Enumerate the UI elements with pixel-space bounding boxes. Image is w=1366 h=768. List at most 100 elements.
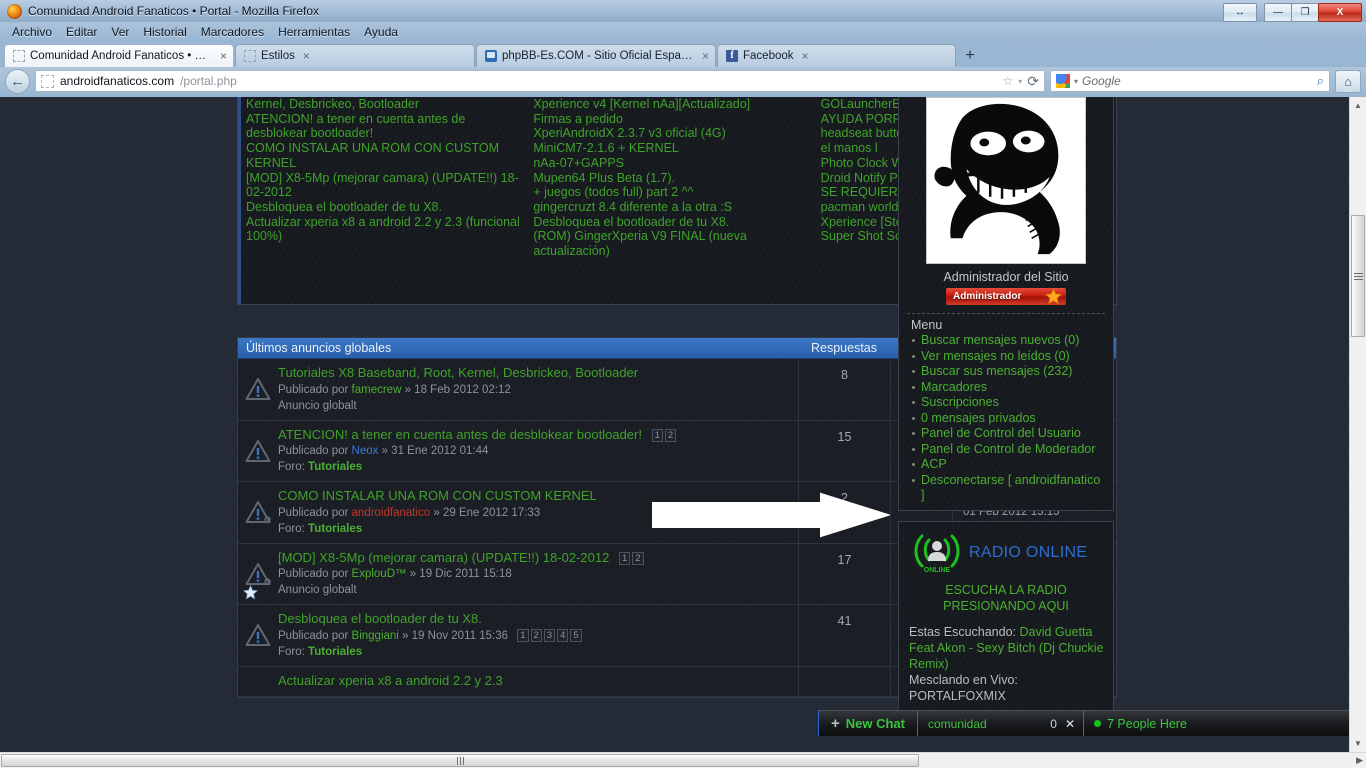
close-button[interactable]: X xyxy=(1318,3,1362,22)
tab-close-icon[interactable]: × xyxy=(699,49,709,63)
topic-link[interactable]: [MOD] X8-5Mp (mejorar camara) (UPDATE!!)… xyxy=(246,171,527,200)
reload-icon[interactable]: ⟳ xyxy=(1027,73,1039,90)
menu-archivo[interactable]: Archivo xyxy=(6,24,58,40)
author-link[interactable]: Binggiani xyxy=(352,630,399,642)
menu-editar[interactable]: Editar xyxy=(60,24,103,40)
phpbb-icon xyxy=(485,50,497,62)
topic-link[interactable]: Xperience v4 [Kernel nAa][Actualizado] xyxy=(533,97,814,112)
topic-link[interactable]: Kernel, Desbrickeo, Bootloader xyxy=(246,97,527,112)
menu-ver[interactable]: Ver xyxy=(105,24,135,40)
author-link[interactable]: famecrew xyxy=(352,384,402,396)
author-link[interactable]: Neox xyxy=(352,445,379,457)
scroll-up-icon[interactable]: ▲ xyxy=(1350,97,1366,114)
scroll-grip-icon xyxy=(1354,273,1363,280)
sidebar-item-sus-mensajes[interactable]: Buscar sus mensajes (232) xyxy=(911,364,1107,380)
sidebar-item-marcadores[interactable]: Marcadores xyxy=(911,380,1107,396)
page-link[interactable]: 4 xyxy=(557,629,568,642)
search-icon[interactable]: ⌕ xyxy=(1317,73,1324,89)
menu-historial[interactable]: Historial xyxy=(137,24,192,40)
topic-link[interactable]: XperiAndroidX 2.3.7 v3 oficial (4G) xyxy=(533,126,814,141)
sidebar-item-buscar-nuevos[interactable]: Buscar mensajes nuevos (0) xyxy=(911,333,1107,349)
tab-label: phpBB-Es.COM - Sitio Oficial España ... xyxy=(502,50,694,62)
sidebar-item-panel-moderador[interactable]: Panel de Control de Moderador xyxy=(911,442,1107,458)
page-link[interactable]: 1 xyxy=(517,629,528,642)
topic-title-link[interactable]: Actualizar xperia x8 a android 2.2 y 2.3 xyxy=(278,673,792,690)
vertical-scroll-thumb[interactable] xyxy=(1351,215,1365,337)
row-replies: 8 xyxy=(798,359,890,420)
menu-herramientas[interactable]: Herramientas xyxy=(272,24,356,40)
radio-cta[interactable]: ESCUCHA LA RADIO PRESIONANDO AQUI xyxy=(905,576,1107,616)
horizontal-scroll-thumb[interactable] xyxy=(1,754,919,767)
topic-link[interactable]: Mupen64 Plus Beta (1.7). xyxy=(533,171,814,186)
page-link[interactable]: 5 xyxy=(570,629,581,642)
tab-portal[interactable]: Comunidad Android Fanaticos • Portal × xyxy=(4,44,234,67)
url-bar[interactable]: androidfanaticos.com /portal.php ☆ ▾ ⟳ xyxy=(35,70,1045,92)
topic-link[interactable]: Desbloquea el bootloader de tu X8. xyxy=(246,200,527,215)
topic-link[interactable]: COMO INSTALAR UNA ROM CON CUSTOM KERNEL xyxy=(246,141,527,170)
author-link[interactable]: ExplouD™ xyxy=(352,568,407,580)
page-link[interactable]: 2 xyxy=(632,552,643,565)
vertical-scrollbar[interactable]: ▲ ▼ xyxy=(1349,97,1366,752)
topic-title-link[interactable]: Desbloquea el bootloader de tu X8. xyxy=(278,611,792,628)
topic-link[interactable]: MiniCM7-2.1.6 + KERNEL xyxy=(533,141,814,156)
new-chat-button[interactable]: + New Chat xyxy=(819,711,918,736)
sidebar-item-panel-usuario[interactable]: Panel de Control del Usuario xyxy=(911,426,1107,442)
topic-link[interactable]: Desbloquea el bootloader de tu X8. xyxy=(533,215,814,230)
topic-link[interactable]: Firmas a pedido xyxy=(533,112,814,127)
url-path: /portal.php xyxy=(180,74,237,88)
topic-link[interactable]: (ROM) GingerXperia V9 FINAL (nueva actua… xyxy=(533,229,814,258)
tab-phpbb-es[interactable]: phpBB-Es.COM - Sitio Oficial España ... … xyxy=(476,44,716,67)
tab-facebook[interactable]: f Facebook × xyxy=(717,44,956,67)
bookmark-star-icon[interactable]: ☆ xyxy=(1002,74,1013,88)
topic-link[interactable]: Actualizar xperia x8 a android 2.2 y 2.3… xyxy=(246,215,527,244)
topic-title-link[interactable]: COMO INSTALAR UNA ROM CON CUSTOM KERNEL xyxy=(278,488,792,505)
page-link[interactable]: 2 xyxy=(531,629,542,642)
menu-ayuda[interactable]: Ayuda xyxy=(358,24,404,40)
tab-close-icon[interactable]: × xyxy=(799,49,809,63)
chat-room-tab[interactable]: comunidad 0 ✕ xyxy=(918,711,1084,736)
menu-marcadores[interactable]: Marcadores xyxy=(195,24,270,40)
page-link[interactable]: 2 xyxy=(665,429,676,442)
topic-link[interactable]: nAa-07+GAPPS xyxy=(533,156,814,171)
topic-link[interactable]: + juegos (todos full) part 2 ^^ xyxy=(533,185,814,200)
chevron-down-icon[interactable]: ▾ xyxy=(1074,77,1078,86)
sidebar-item-mensajes-privados[interactable]: 0 mensajes privados xyxy=(911,411,1107,427)
scroll-down-icon[interactable]: ▼ xyxy=(1350,735,1366,752)
tab-close-icon[interactable]: × xyxy=(217,49,227,63)
sidebar-item-desconectarse[interactable]: Desconectarse [ androidfanatico ] xyxy=(911,473,1107,504)
chevron-down-icon[interactable]: ▾ xyxy=(1018,77,1022,86)
tab-close-icon[interactable]: × xyxy=(300,49,310,63)
restore-button[interactable]: ❐ xyxy=(1291,3,1319,22)
back-button[interactable]: ← xyxy=(5,69,30,94)
topic-title-link[interactable]: ATENCION! a tener en cuenta antes de des… xyxy=(278,427,792,444)
horizontal-scrollbar[interactable]: ▶ xyxy=(0,752,1366,768)
forum-link[interactable]: Tutoriales xyxy=(308,461,362,473)
forum-link[interactable]: Tutoriales xyxy=(308,646,362,658)
resize-arrows-icon[interactable]: ↔ xyxy=(1223,3,1257,22)
search-input[interactable]: Google xyxy=(1082,74,1121,88)
new-tab-button[interactable]: + xyxy=(957,45,983,67)
minimize-button[interactable]: — xyxy=(1264,3,1292,22)
page-link[interactable]: 1 xyxy=(652,429,663,442)
tab-estilos[interactable]: Estilos × xyxy=(235,44,475,67)
page-link[interactable]: 3 xyxy=(544,629,555,642)
admin-title: Administrador del Sitio xyxy=(905,268,1107,288)
topic-link[interactable]: gingercruzt 8.4 diferente a la otra :S xyxy=(533,200,814,215)
chat-people-online[interactable]: 7 People Here xyxy=(1084,711,1197,736)
topic-title-link[interactable]: [MOD] X8-5Mp (mejorar camara) (UPDATE!!)… xyxy=(278,550,792,567)
search-bar[interactable]: ▾ Google ⌕ xyxy=(1050,70,1330,92)
scroll-right-icon[interactable]: ▶ xyxy=(1356,755,1363,766)
row-replies: 15 xyxy=(798,421,890,482)
url-host: androidfanaticos.com xyxy=(60,74,174,88)
home-button[interactable]: ⌂ xyxy=(1335,70,1361,93)
topic-link[interactable]: ATENCION! a tener en cuenta antes de des… xyxy=(246,112,527,141)
sidebar-item-no-leidos[interactable]: Ver mensajes no leídos (0) xyxy=(911,349,1107,365)
sidebar-item-suscripciones[interactable]: Suscripciones xyxy=(911,395,1107,411)
page-link[interactable]: 1 xyxy=(619,552,630,565)
author-link[interactable]: androidfanatico xyxy=(352,507,431,519)
topic-title-link[interactable]: Tutoriales X8 Baseband, Root, Kernel, De… xyxy=(278,365,792,382)
close-icon[interactable]: ✕ xyxy=(1065,717,1075,731)
tab-label: Facebook xyxy=(743,50,794,62)
sidebar-item-acp[interactable]: ACP xyxy=(911,457,1107,473)
forum-link[interactable]: Tutoriales xyxy=(308,523,362,535)
